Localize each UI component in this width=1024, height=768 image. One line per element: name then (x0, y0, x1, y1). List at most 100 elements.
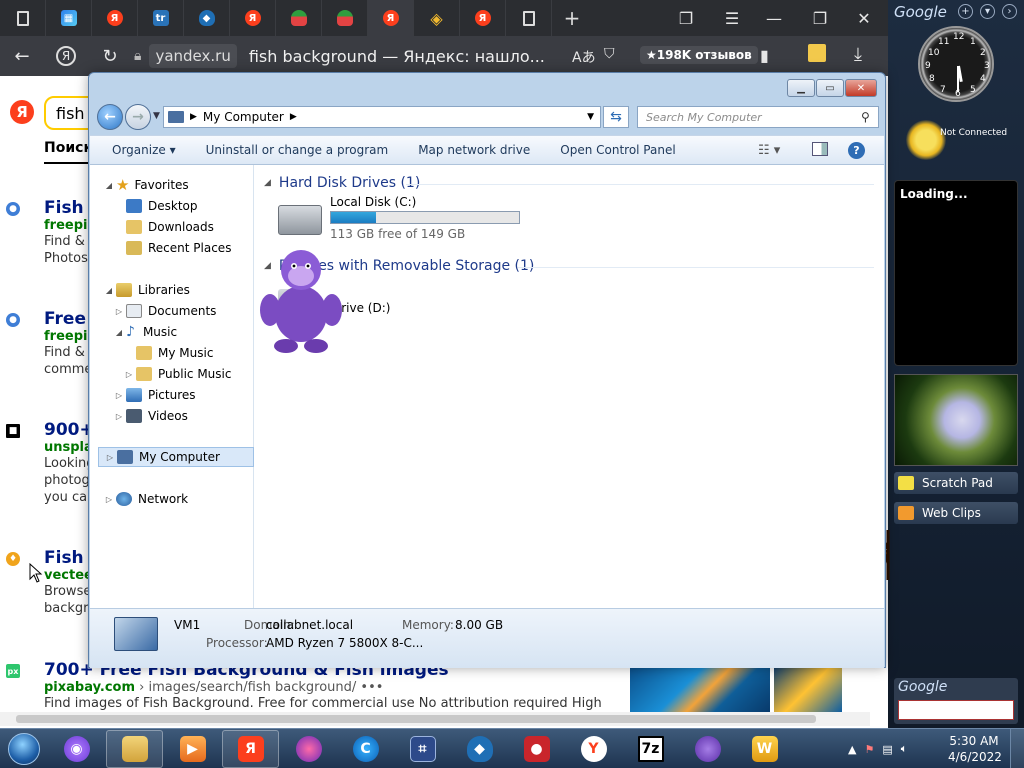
taskbar-explorer[interactable] (106, 729, 163, 768)
breadcrumb[interactable]: ▶ My Computer ▶ ▼ (163, 106, 601, 128)
search-input[interactable]: Search My Computer (637, 106, 879, 128)
weather-sun-icon[interactable] (906, 120, 946, 160)
reload-button[interactable]: ↻ (88, 36, 132, 76)
clock-gadget[interactable]: 12 1 2 3 4 5 6 7 8 9 10 11 (918, 26, 994, 102)
tabs-overview-button[interactable]: ❐ (664, 0, 708, 36)
nav-music[interactable]: ◢ ♪ Music (114, 322, 177, 342)
maximize-button[interactable]: ▭ (816, 79, 844, 97)
reviews-badge[interactable]: ★198K отзывов (640, 46, 758, 64)
menu-button[interactable]: ☰ (710, 0, 754, 36)
nav-pictures[interactable]: ▷ Pictures (114, 385, 196, 405)
extension-icon[interactable] (808, 44, 826, 62)
taskbar-winrar[interactable]: W (736, 730, 793, 768)
tab-document-2[interactable] (506, 0, 552, 36)
slideshow-photo[interactable] (894, 374, 1018, 466)
page-title[interactable]: fish background — Яндекс: нашло... (249, 47, 545, 66)
start-button[interactable] (0, 729, 48, 768)
view-options-icon[interactable]: ☷ ▾ (758, 143, 780, 158)
tray-volume-icon[interactable]: 🔈︎ (901, 742, 908, 756)
scrollbar-thumb[interactable] (16, 715, 816, 723)
tray-clock[interactable]: 5:30 AM 4/6/2022 (948, 733, 1002, 765)
help-icon[interactable]: ? (848, 142, 865, 159)
close-browser-button[interactable]: ✕ (842, 0, 886, 36)
drive-c[interactable]: Local Disk (C:) 113 GB free of 149 GB (272, 195, 522, 247)
yandex-home-button[interactable]: Я (44, 36, 88, 76)
tab-yandex-2[interactable]: Я (230, 0, 276, 36)
tab-tr[interactable]: tr (138, 0, 184, 36)
google-search-input[interactable] (898, 700, 1014, 720)
group-hard-disk-drives[interactable]: ◢ Hard Disk Drives (1) (264, 175, 420, 191)
nav-documents[interactable]: ▷ Documents (114, 301, 216, 321)
back-button[interactable]: ← (0, 36, 44, 76)
fish-thumbnail[interactable] (630, 666, 770, 712)
recent-pages-icon[interactable]: ▼ (153, 111, 160, 121)
refresh-button[interactable]: ⇆ (603, 106, 629, 128)
feed-gadget[interactable]: Loading... (894, 180, 1018, 366)
tab-yandex-active[interactable]: Я (368, 0, 414, 36)
fish-thumbnail[interactable] (774, 666, 842, 712)
chevron-right-icon[interactable]: › (1002, 4, 1017, 19)
tab-grid-app[interactable]: ▦ (46, 0, 92, 36)
tab-yandex-3[interactable]: Я (460, 0, 506, 36)
breadcrumb-item[interactable]: My Computer (203, 110, 284, 124)
taskbar-app-sphere[interactable] (280, 730, 337, 768)
open-control-panel-button[interactable]: Open Control Panel (545, 143, 690, 157)
tab-document[interactable] (0, 0, 46, 36)
close-button[interactable]: ✕ (845, 79, 877, 97)
chevron-down-icon[interactable]: ▼ (587, 112, 594, 122)
tab-binance[interactable]: ◈ (414, 0, 460, 36)
result-host[interactable]: pixabay.com › images/search/fish backgro… (44, 680, 628, 695)
tab-shield[interactable]: ◆ (184, 0, 230, 36)
taskbar-ccleaner[interactable]: C (337, 730, 394, 768)
add-gadget-icon[interactable]: + (958, 4, 973, 19)
nav-videos[interactable]: ▷ Videos (114, 406, 188, 426)
uninstall-button[interactable]: Uninstall or change a program (191, 143, 404, 157)
web-clips-gadget[interactable]: Web Clips (894, 502, 1018, 524)
taskbar-yandex[interactable]: Y (565, 730, 622, 768)
tab-yandex-1[interactable]: Я (92, 0, 138, 36)
show-desktop-button[interactable] (1010, 729, 1024, 768)
preview-pane-icon[interactable] (812, 142, 828, 156)
taskbar-bonzi[interactable] (679, 730, 736, 768)
forward-button[interactable]: → (125, 104, 151, 130)
bookmark-icon[interactable]: ▮ (760, 46, 769, 65)
translate-icon[interactable]: A⁠あ (572, 47, 596, 67)
download-icon[interactable]: ⤓ (854, 44, 862, 65)
taskbar-defender[interactable]: ◆ (451, 730, 508, 768)
nav-recent-places[interactable]: Recent Places (126, 238, 231, 258)
nav-libraries[interactable]: ◢ Libraries (104, 280, 190, 300)
taskbar-screenshot[interactable]: ⌗ (394, 730, 451, 768)
protect-icon[interactable]: ⛉ (604, 46, 615, 62)
nav-desktop[interactable]: Desktop (126, 196, 198, 216)
nav-my-music[interactable]: My Music (136, 343, 213, 363)
bonzi-buddy-icon[interactable] (258, 242, 344, 354)
taskbar-yandex-browser[interactable]: Я (222, 729, 279, 768)
scratch-pad-gadget[interactable]: Scratch Pad (894, 472, 1018, 494)
nav-downloads[interactable]: Downloads (126, 217, 214, 237)
minimize-browser-button[interactable]: — (752, 0, 796, 36)
horizontal-scrollbar[interactable] (0, 712, 870, 726)
minimize-button[interactable]: ▁ (787, 79, 815, 97)
taskbar-recorder[interactable]: ● (508, 730, 565, 768)
url-domain[interactable]: yandex.ru (149, 44, 237, 68)
nav-network[interactable]: ▷ Network (104, 489, 188, 509)
nav-public-music[interactable]: ▷ Public Music (124, 364, 231, 384)
map-network-drive-button[interactable]: Map network drive (403, 143, 545, 157)
taskbar-alice[interactable]: ◉ (48, 730, 105, 768)
yandex-logo[interactable]: Я (10, 100, 34, 124)
tab-watermelon-1[interactable] (276, 0, 322, 36)
tab-search[interactable]: Поиск (44, 140, 93, 156)
search-icon[interactable]: ⚲ (861, 110, 870, 124)
nav-my-computer[interactable]: ▷ My Computer (98, 447, 254, 467)
taskbar-media-player[interactable]: ▶ (164, 730, 221, 768)
tab-watermelon-2[interactable] (322, 0, 368, 36)
restore-browser-button[interactable]: ❐ (798, 0, 842, 36)
tray-flag-icon[interactable]: ⚑ (864, 743, 874, 756)
tray-network-icon[interactable]: ▤ (882, 743, 892, 756)
chevron-down-icon[interactable]: ▾ (980, 4, 995, 19)
taskbar-7zip[interactable]: 7z (622, 730, 679, 768)
organize-button[interactable]: Organize ▾ (90, 143, 191, 157)
back-button[interactable]: ← (97, 104, 123, 130)
new-tab-button[interactable]: + (552, 0, 592, 36)
tray-expand-icon[interactable]: ▲ (848, 743, 856, 756)
